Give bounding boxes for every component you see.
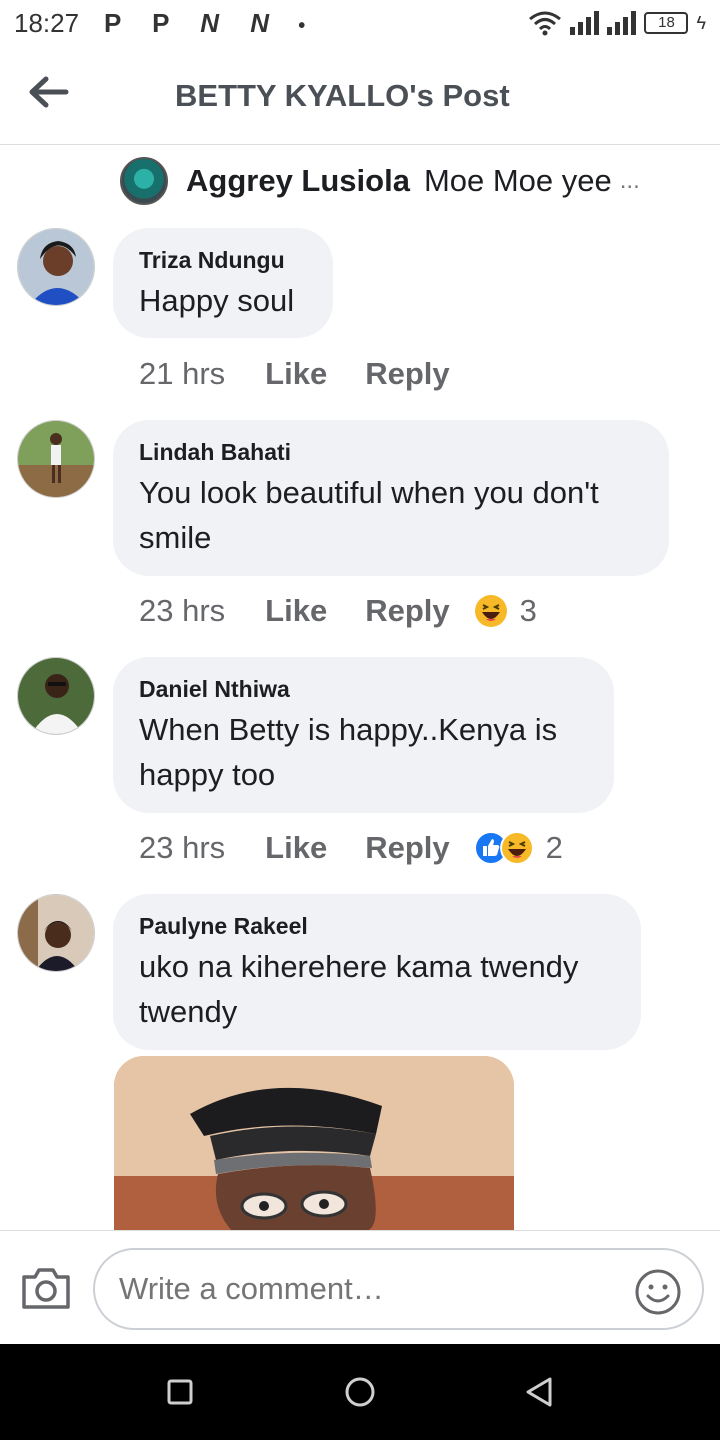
comment-input[interactable] [93,1248,704,1330]
like-button[interactable]: Like [265,593,327,629]
comment-bubble[interactable]: Lindah Bahati You look beautiful when yo… [113,420,669,576]
comment-time[interactable]: 23 hrs [139,830,225,866]
haha-reaction-icon [499,831,534,865]
comment-bubble[interactable]: Daniel Nthiwa When Betty is happy..Kenya… [113,657,614,813]
comment-text: When Betty is happy..Kenya is happy too [139,712,558,792]
camera-icon[interactable] [20,1265,72,1311]
comment-text: uko na kiherehere kama twendy twendy [139,949,579,1029]
notification-icon-p1: P [104,8,123,38]
comment-bubble[interactable]: Triza Ndungu Happy soul [113,228,333,338]
status-app-icons: P P N N • [104,8,307,39]
parent-comment-author[interactable]: Aggrey Lusiola [186,163,410,199]
system-nav-bar [0,1344,720,1440]
app-header: BETTY KYALLO's Post [0,48,720,145]
parent-comment-text: Moe Moe yee [423,163,612,198]
comment-author[interactable]: Daniel Nthiwa [139,675,588,703]
status-bar: 18:27 P P N N • 18 ϟ [0,0,720,48]
reaction-count: 2 [545,830,563,865]
notification-dot-icon: • [298,15,308,37]
charging-icon: ϟ [696,12,706,33]
haha-reaction-icon [474,595,507,627]
emoji-icon[interactable] [634,1268,682,1316]
reply-button[interactable]: Reply [365,356,449,392]
notification-icon-n1: N [200,8,221,38]
reactions-summary[interactable]: 2 [473,830,563,866]
home-icon[interactable] [340,1372,380,1412]
avatar[interactable] [17,228,95,306]
signal-icon-1 [570,11,600,35]
back-arrow-icon[interactable] [26,74,70,110]
reply-button[interactable]: Reply [365,593,449,629]
reaction-count: 3 [519,593,537,628]
parent-comment-ellipsis: ... [619,167,640,194]
status-time: 18:27 [14,8,80,38]
status-indicators: 18 ϟ [528,10,706,36]
back-icon[interactable] [520,1372,560,1412]
like-button[interactable]: Like [265,356,327,392]
avatar[interactable] [17,894,95,972]
comment-time[interactable]: 23 hrs [139,593,225,629]
signal-icon-2 [607,11,637,35]
page-title: BETTY KYALLO's Post [175,78,510,113]
reactions-summary[interactable]: 3 [474,593,537,629]
recent-apps-icon[interactable] [160,1372,200,1412]
notification-icon-n2: N [250,8,272,38]
reply-button[interactable]: Reply [365,830,449,866]
comment-author[interactable]: Triza Ndungu [139,246,307,274]
comment-photo[interactable] [114,1056,514,1231]
avatar[interactable] [120,157,168,205]
avatar[interactable] [17,657,95,735]
comment-bubble[interactable]: Paulyne Rakeel uko na kiherehere kama tw… [113,894,641,1050]
notification-icon-p2: P [152,8,171,38]
comment-actions: 23 hrs Like Reply 3 [139,591,537,631]
comment-author[interactable]: Lindah Bahati [139,438,643,466]
comment-actions: 21 hrs Like Reply [139,354,450,394]
wifi-icon [529,11,562,36]
like-button[interactable]: Like [265,830,327,866]
comment-text: You look beautiful when you don't smile [139,475,599,555]
comment-author[interactable]: Paulyne Rakeel [139,912,615,940]
avatar[interactable] [17,420,95,498]
parent-comment[interactable]: Aggrey Lusiola Moe Moe yee ... [120,156,640,206]
comment-composer [0,1230,720,1344]
battery-icon: 18 [644,12,689,34]
comment-actions: 23 hrs Like Reply 2 [139,828,563,868]
comment-text: Happy soul [139,283,295,318]
comment-time[interactable]: 21 hrs [139,356,225,392]
